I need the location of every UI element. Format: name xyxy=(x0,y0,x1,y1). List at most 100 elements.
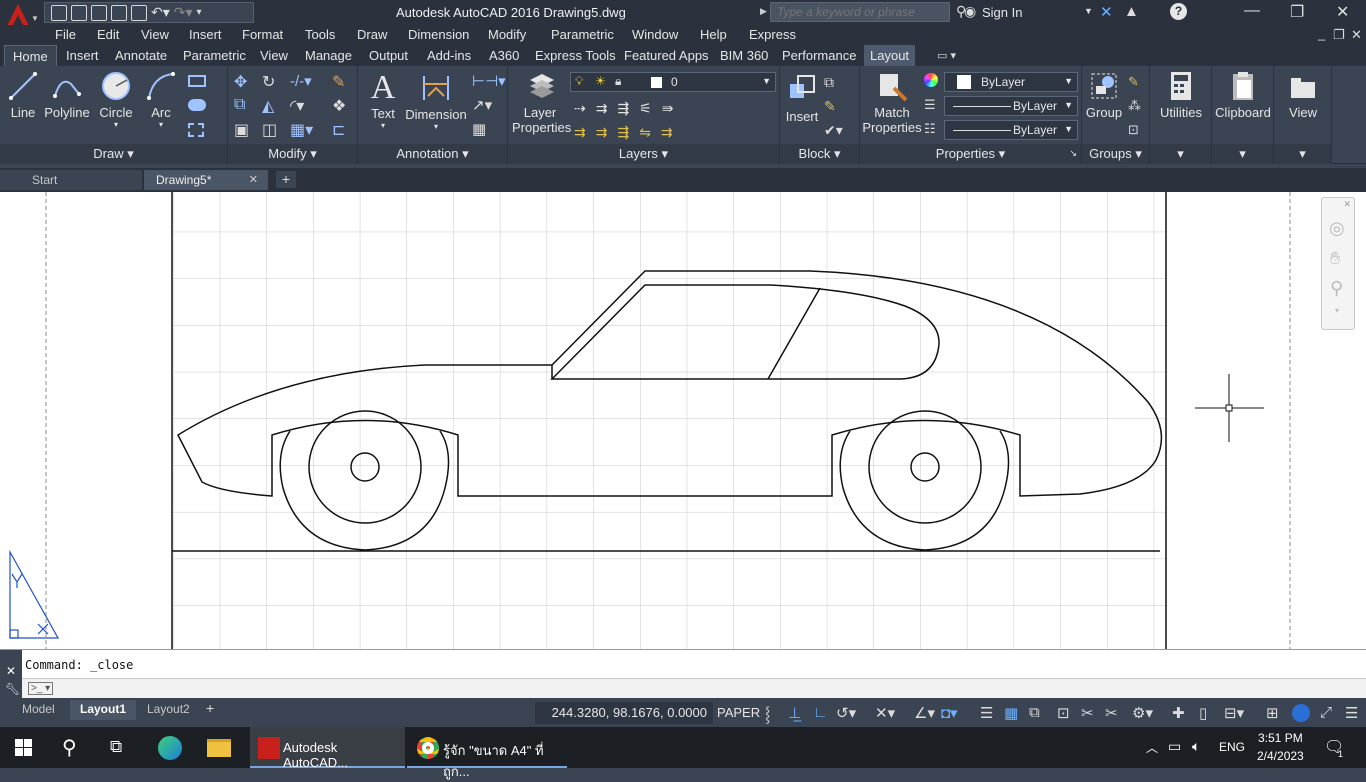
doc-close-icon[interactable]: ✕ xyxy=(1351,27,1362,43)
color-dropdown[interactable]: ByLayer ▼ xyxy=(944,72,1078,92)
exchange-icon[interactable]: ✕ xyxy=(1100,3,1113,21)
doc-restore-icon[interactable]: ❐ xyxy=(1333,27,1345,43)
tab-a360[interactable]: A360 xyxy=(489,45,519,66)
qat-customize-icon[interactable]: ▾ xyxy=(197,7,202,18)
steering-wheel-icon[interactable]: ◎ xyxy=(1329,218,1345,239)
utilities-panel-foot[interactable]: ▾ xyxy=(1150,144,1211,164)
layer-dropdown[interactable]: 💡︎ ☀ 🔒︎ 0 ▼ xyxy=(570,72,776,92)
layout1-tab[interactable]: Layout1 xyxy=(70,700,137,720)
user-icon[interactable]: ◉ xyxy=(964,3,976,20)
volume-icon[interactable]: 🔈︎ xyxy=(1192,738,1200,755)
annotation-panel-label[interactable]: Annotation ▾ xyxy=(358,144,507,164)
clock-date[interactable]: 2/4/2023 xyxy=(1257,749,1304,763)
menu-format[interactable]: Format xyxy=(242,27,283,42)
tab-view[interactable]: View xyxy=(260,45,288,66)
hardware-acceleration-icon[interactable] xyxy=(1292,704,1310,722)
navbar-close-icon[interactable]: ✕ xyxy=(1343,199,1351,210)
menu-dimension[interactable]: Dimension xyxy=(408,27,469,42)
isolate-objects-icon[interactable]: ⊞ xyxy=(1266,704,1279,722)
erase-icon[interactable]: ✎ xyxy=(332,72,345,92)
explode-icon[interactable]: ❖ xyxy=(332,96,346,116)
coordinates-readout[interactable]: 244.3280, 98.1676, 0.0000 xyxy=(535,702,713,724)
layout2-tab[interactable]: Layout2 xyxy=(147,702,190,722)
viewport-lock-icon[interactable]: ⊡ xyxy=(1057,704,1070,722)
lineweight-toggle-icon[interactable]: ☰ xyxy=(980,704,993,722)
stretch-icon[interactable]: ▣ xyxy=(234,120,249,140)
save-as-icon[interactable] xyxy=(111,4,127,21)
group-edit-icon[interactable]: ⁂ xyxy=(1128,98,1141,114)
tab-manage[interactable]: Manage xyxy=(305,45,352,66)
sign-in-button[interactable]: Sign In xyxy=(982,5,1022,20)
doc-minimize-icon[interactable]: _ xyxy=(1318,26,1325,41)
command-close-icon[interactable]: ✕ xyxy=(6,664,16,678)
clipboard-button[interactable]: Clipboard xyxy=(1214,70,1272,120)
tab-add-ins[interactable]: Add-ins xyxy=(427,45,471,66)
view-button[interactable]: View xyxy=(1276,70,1330,120)
ungroup-icon[interactable]: ✎ xyxy=(1128,74,1139,90)
network-icon[interactable]: ▭ xyxy=(1168,738,1181,755)
minimize-icon[interactable]: — xyxy=(1244,2,1260,20)
layers-panel-label[interactable]: Layers ▾ xyxy=(508,144,779,164)
customization-menu-icon[interactable]: ☰ xyxy=(1345,704,1358,722)
tab-bim-360[interactable]: BIM 360 xyxy=(720,45,768,66)
command-line-grip[interactable]: ✕ 🔧︎ xyxy=(0,650,22,699)
scale-icon[interactable]: ◫ xyxy=(262,120,277,140)
menu-file[interactable]: File xyxy=(55,27,76,42)
search-taskbar-icon[interactable]: ⚲ xyxy=(62,735,77,760)
tab-insert[interactable]: Insert xyxy=(66,45,99,66)
group-button[interactable]: Group xyxy=(1084,70,1124,120)
linear-dim-icon[interactable]: ⊢⊣▾ xyxy=(472,72,506,90)
tab-annotate[interactable]: Annotate xyxy=(115,45,167,66)
close-icon[interactable]: ✕ xyxy=(1336,2,1349,22)
zoom-icon[interactable]: ⚲ xyxy=(1330,278,1343,299)
drawing-canvas[interactable]: ✕ ◎ ✋︎ ⚲ ▾ xyxy=(0,192,1366,649)
object-snap-icon[interactable]: ◘▾ xyxy=(941,704,958,722)
menu-draw[interactable]: Draw xyxy=(357,27,387,42)
menu-modify[interactable]: Modify xyxy=(488,27,526,42)
snap-mode-icon[interactable]: ⸾ xyxy=(765,704,770,724)
block-panel-label[interactable]: Block ▾ xyxy=(780,144,859,164)
help-icon[interactable]: ? xyxy=(1170,3,1187,20)
workspace-gear-icon[interactable]: ⚙▾ xyxy=(1132,704,1153,722)
save-icon[interactable] xyxy=(91,4,107,21)
navbar-dropdown-icon[interactable]: ▾ xyxy=(1335,306,1339,315)
view-panel-foot[interactable]: ▾ xyxy=(1274,144,1331,164)
mirror-icon[interactable]: ◭ xyxy=(262,96,274,116)
array-icon[interactable]: ▦▾ xyxy=(290,120,313,140)
plot-icon[interactable] xyxy=(131,4,147,21)
transparency-icon[interactable]: ▦ xyxy=(1004,704,1018,722)
search-input[interactable] xyxy=(770,2,950,22)
start-tab[interactable]: Start xyxy=(0,170,142,190)
trim-icon[interactable]: -/-▾ xyxy=(290,72,312,90)
properties-panel-label[interactable]: Properties ▾ ↘ xyxy=(860,144,1081,164)
file-explorer-icon[interactable] xyxy=(207,739,231,757)
menu-view[interactable]: View xyxy=(141,27,169,42)
draw-panel-label[interactable]: Draw ▾ xyxy=(0,144,227,164)
line-button[interactable]: Line xyxy=(6,70,40,120)
add-layout-button[interactable]: + xyxy=(206,700,214,716)
tab-parametric[interactable]: Parametric xyxy=(183,45,246,66)
ortho-icon[interactable]: ∟ xyxy=(813,704,828,721)
move-icon[interactable]: ✥ xyxy=(234,72,247,92)
windows-start-icon[interactable] xyxy=(15,739,32,756)
menu-tools[interactable]: Tools xyxy=(305,27,335,42)
annotation-monitor-icon[interactable]: ✚ xyxy=(1172,704,1185,722)
create-block-icon[interactable]: ⧉ xyxy=(824,74,834,91)
insert-button[interactable]: Insert xyxy=(784,70,820,124)
modify-panel-label[interactable]: Modify ▾ xyxy=(228,144,357,164)
arc-button[interactable]: Arc ▾ xyxy=(144,70,178,129)
polar-tracking-icon[interactable]: ↺▾ xyxy=(836,704,856,722)
command-prompt-icon[interactable]: >_ ▾ xyxy=(28,682,54,695)
language-indicator[interactable]: ENG xyxy=(1219,740,1245,754)
restore-icon[interactable]: ❐ xyxy=(1290,2,1304,22)
annotation-visibility-icon[interactable]: ✂ xyxy=(1105,704,1118,722)
taskbar-chrome[interactable]: รู้จัก "ขนาด A4" ที่ถูก... xyxy=(407,727,567,779)
rotate-icon[interactable]: ↻ xyxy=(262,72,275,92)
annotation-scale-icon[interactable]: ✂ xyxy=(1081,704,1094,722)
edit-attributes-icon[interactable]: ✔▾ xyxy=(824,122,843,139)
table-icon[interactable]: ▦ xyxy=(472,120,486,138)
dimension-button[interactable]: Dimension ▾ xyxy=(404,70,468,131)
menu-window[interactable]: Window xyxy=(632,27,678,42)
tab-home[interactable]: Home xyxy=(4,45,57,66)
text-button[interactable]: A Text ▾ xyxy=(366,70,400,131)
